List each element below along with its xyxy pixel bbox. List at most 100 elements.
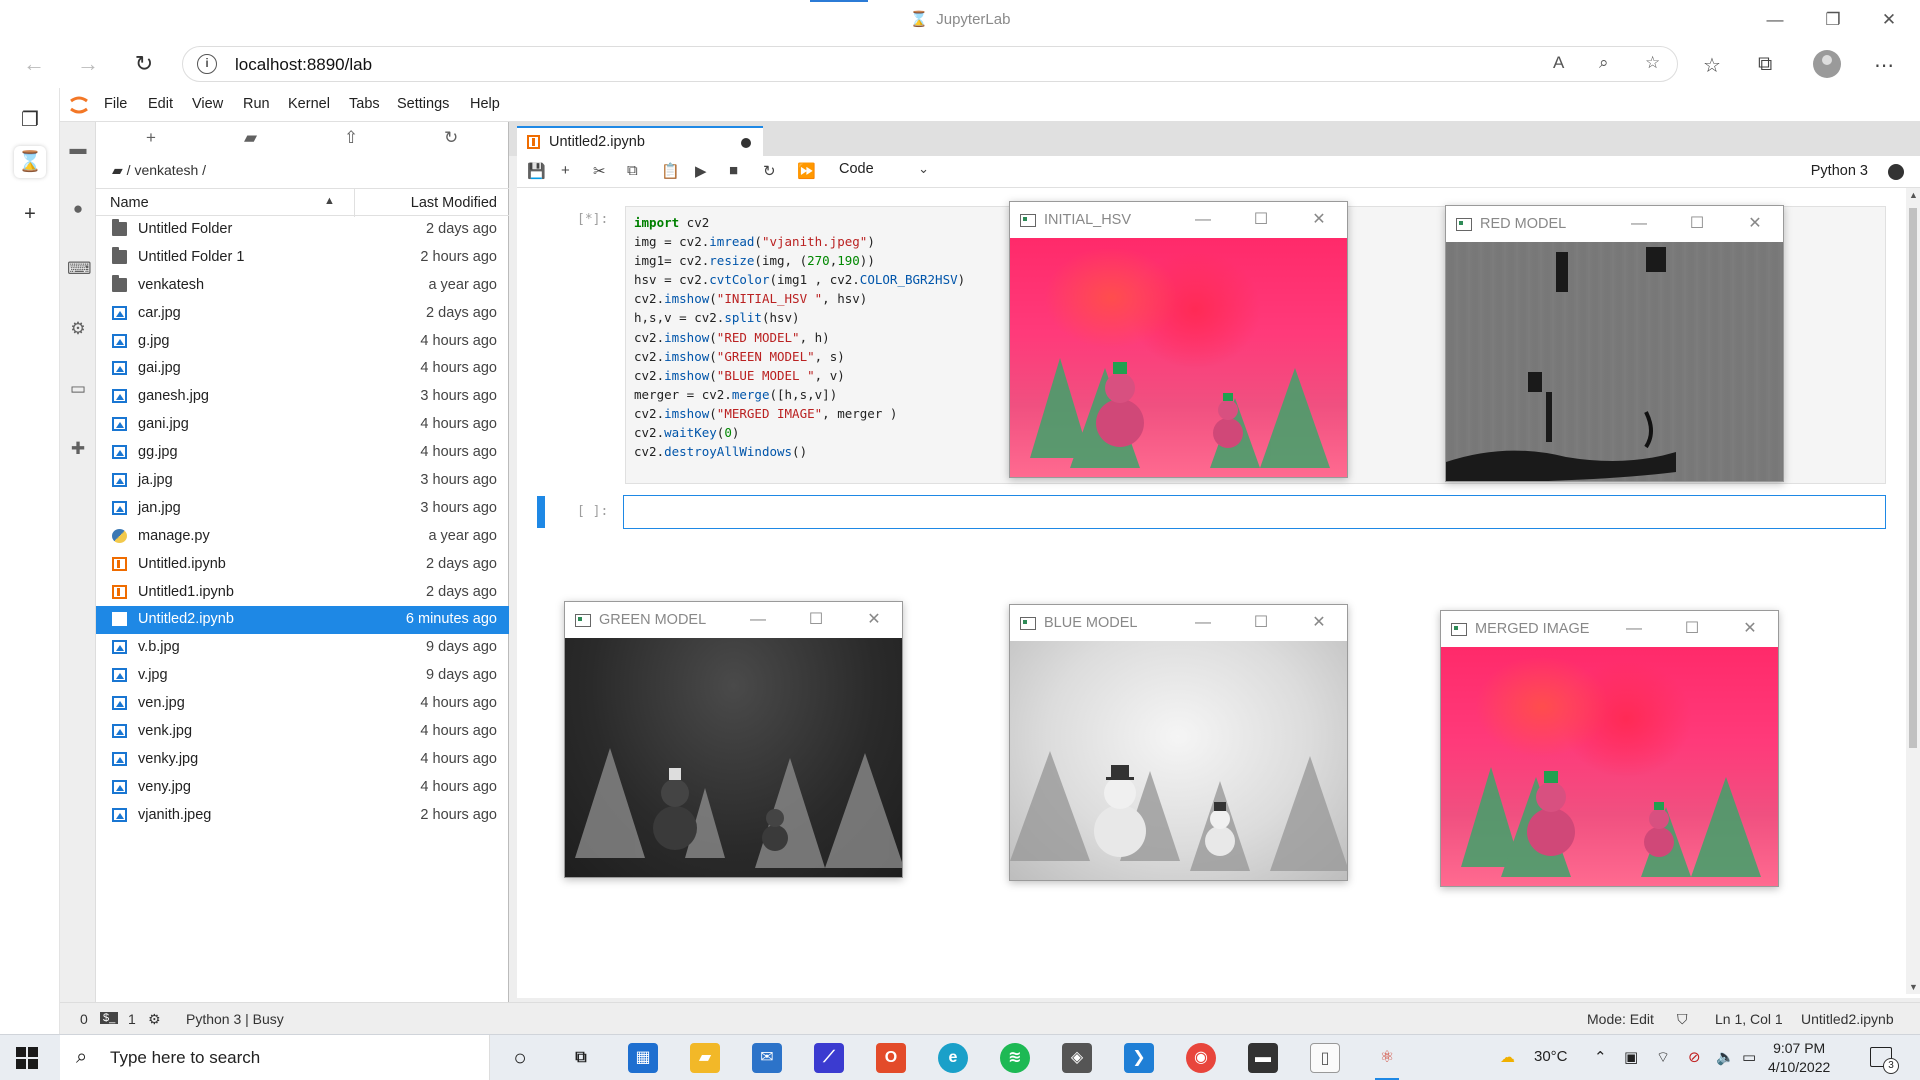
paste-icon[interactable]: 📋 (661, 162, 680, 180)
profile-avatar[interactable] (1813, 50, 1841, 78)
kernel-count[interactable]: 1 (128, 1011, 136, 1027)
file-row[interactable]: ja.jpg 3 hours ago (96, 467, 509, 495)
cv-window-blue-model[interactable]: BLUE MODEL — ☐ ✕ (1009, 604, 1348, 881)
file-row[interactable]: manage.py a year ago (96, 523, 509, 551)
scroll-down-icon[interactable]: ▼ (1909, 982, 1918, 992)
cv-window-initial-hsv[interactable]: INITIAL_HSV — ☐ ✕ (1009, 201, 1348, 478)
menu-help[interactable]: Help (470, 96, 500, 112)
code-cell-2[interactable] (623, 495, 1886, 529)
file-name[interactable]: gai.jpg (138, 360, 181, 376)
site-info-icon[interactable]: i (197, 54, 217, 74)
search-placeholder[interactable]: Type here to search (110, 1048, 260, 1068)
chevron-up-icon[interactable]: ⌃ (1594, 1048, 1607, 1066)
power-automate-icon[interactable]: ⟋ (814, 1043, 844, 1073)
notifications-icon[interactable]: 3 (1870, 1047, 1899, 1074)
task-view-icon[interactable]: ⧉ (566, 1043, 596, 1073)
close-icon[interactable]: ✕ (1307, 611, 1331, 635)
restart-icon[interactable]: ↻ (763, 162, 776, 180)
file-name[interactable]: jan.jpg (138, 500, 181, 516)
code-line[interactable]: cv2.imshow("MERGED IMAGE", merger ) (634, 404, 965, 423)
upload-icon[interactable]: ⇧ (344, 128, 358, 148)
file-name[interactable]: Untitled1.ipynb (138, 584, 234, 600)
tab-untitled2[interactable]: Untitled2.ipynb (517, 126, 763, 156)
cursor-position[interactable]: Ln 1, Col 1 (1715, 1011, 1783, 1027)
copy-icon[interactable]: ⧉ (627, 162, 638, 179)
close-icon[interactable]: ✕ (862, 608, 886, 632)
cv-window-merged-image[interactable]: MERGED IMAGE — ☐ ✕ (1440, 610, 1779, 887)
temperature[interactable]: 30°C (1534, 1048, 1568, 1065)
menu-tabs[interactable]: Tabs (349, 96, 380, 112)
save-icon[interactable]: 💾 (527, 162, 546, 180)
terminal-icon[interactable]: $_ (100, 1012, 119, 1024)
file-name[interactable]: v.jpg (138, 667, 168, 683)
battery-icon[interactable]: ▭ (1742, 1048, 1756, 1066)
scroll-up-icon[interactable]: ▲ (1909, 190, 1918, 200)
terminal-count[interactable]: 0 (80, 1011, 88, 1027)
mail-icon[interactable]: ✉ (752, 1043, 782, 1073)
clock[interactable]: 9:07 PM 4/10/2022 (1768, 1039, 1830, 1077)
file-name[interactable]: venk.jpg (138, 723, 192, 739)
taskbar-search[interactable]: ⌕ Type here to search (60, 1035, 490, 1080)
file-name[interactable]: ja.jpg (138, 472, 173, 488)
favorites-icon[interactable]: ☆ (1703, 53, 1721, 78)
edge-browser-icon[interactable]: e (938, 1043, 968, 1073)
file-name[interactable]: Untitled.ipynb (138, 556, 226, 572)
code-line[interactable]: img = cv2.imread("vjanith.jpeg") (634, 232, 965, 251)
refresh-icon[interactable]: ↻ (444, 128, 458, 148)
file-name[interactable]: vjanith.jpeg (138, 807, 211, 823)
vscode-icon[interactable]: ❯ (1124, 1043, 1154, 1073)
wifi-icon[interactable]: ⌔ (1656, 1048, 1670, 1067)
close-icon[interactable]: ✕ (1743, 212, 1767, 236)
cv-window-green-model[interactable]: GREEN MODEL — ☐ ✕ (564, 601, 903, 878)
new-launcher-icon[interactable]: + (146, 128, 156, 148)
file-row[interactable]: Untitled.ipynb 2 days ago (96, 551, 509, 579)
cut-icon[interactable]: ✂ (593, 162, 606, 180)
file-name[interactable]: veny.jpg (138, 779, 191, 795)
open-tabs-icon[interactable]: ▭ (67, 378, 89, 400)
interrupt-icon[interactable]: ■ (729, 162, 738, 179)
file-row[interactable]: venky.jpg 4 hours ago (96, 746, 509, 774)
code-line[interactable]: hsv = cv2.cvtColor(img1 , cv2.COLOR_BGR2… (634, 270, 965, 289)
tab-actions-icon[interactable]: ❐ (14, 104, 46, 136)
forward-button[interactable]: → (70, 48, 106, 80)
column-last-modified[interactable]: Last Modified (411, 195, 497, 211)
file-name[interactable]: ven.jpg (138, 695, 185, 711)
cv-window-titlebar[interactable]: RED MODEL — ☐ ✕ (1446, 206, 1783, 242)
breadcrumb[interactable]: ▰ / venkatesh / (112, 162, 206, 179)
file-row[interactable]: g.jpg 4 hours ago (96, 328, 509, 356)
close-icon[interactable]: ✕ (1307, 208, 1331, 232)
spotify-icon[interactable]: ≋ (1000, 1043, 1030, 1073)
file-name[interactable]: Untitled Folder 1 (138, 249, 244, 265)
volume-icon[interactable]: 🔈 (1716, 1048, 1735, 1066)
file-row[interactable]: ven.jpg 4 hours ago (96, 690, 509, 718)
url-text[interactable]: localhost:8890/lab (235, 55, 372, 75)
restore-button[interactable]: ❐ (1810, 6, 1856, 34)
cortana-icon[interactable]: ○ (505, 1043, 535, 1073)
file-row[interactable]: v.jpg 9 days ago (96, 662, 509, 690)
menu-file[interactable]: File (104, 96, 127, 112)
device-icon[interactable]: ▣ (1624, 1048, 1638, 1066)
jupyter-tab-icon[interactable]: ⌛ (14, 146, 46, 178)
more-options-icon[interactable]: ⋯ (1874, 53, 1894, 78)
clock-date[interactable]: 4/10/2022 (1768, 1058, 1830, 1077)
command-palette-icon[interactable]: ⌨ (67, 258, 92, 280)
microsoft-store-icon[interactable]: ▦ (628, 1043, 658, 1073)
home-folder-icon[interactable]: ▰ (112, 162, 123, 178)
cv-window-red-model[interactable]: RED MODEL — ☐ ✕ (1445, 205, 1784, 482)
file-row[interactable]: veny.jpg 4 hours ago (96, 774, 509, 802)
file-row[interactable]: vjanith.jpeg 2 hours ago (96, 802, 509, 830)
read-aloud-icon[interactable]: A (1553, 53, 1564, 73)
code-line[interactable]: import cv2 (634, 213, 965, 232)
file-row[interactable]: venkatesh a year ago (96, 272, 509, 300)
file-name[interactable]: Untitled Folder (138, 221, 232, 237)
file-name[interactable]: gani.jpg (138, 416, 189, 432)
file-row[interactable]: car.jpg 2 days ago (96, 300, 509, 328)
tab-label[interactable]: Untitled2.ipynb (549, 134, 645, 150)
maximize-icon[interactable]: ☐ (804, 608, 828, 632)
office-icon[interactable]: O (876, 1043, 906, 1073)
sort-ascending-icon[interactable]: ▲ (324, 195, 335, 207)
file-name[interactable]: v.b.jpg (138, 639, 180, 655)
address-bar[interactable]: i localhost:8890/lab A ⌕ ☆ (182, 46, 1678, 82)
code-line[interactable]: cv2.destroyAllWindows() (634, 442, 965, 461)
file-name[interactable]: ganesh.jpg (138, 388, 209, 404)
